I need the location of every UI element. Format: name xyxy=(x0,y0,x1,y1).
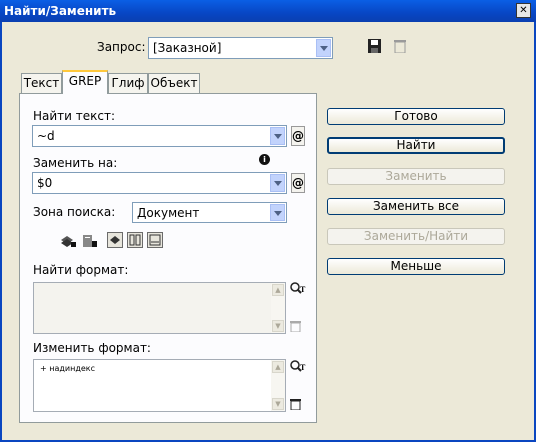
find-format-scrollbar[interactable]: ▲ ▼ xyxy=(271,283,285,333)
info-icon[interactable]: i xyxy=(259,154,270,165)
change-format-label: Изменить формат: xyxy=(33,341,151,355)
query-select[interactable]: [Заказной] xyxy=(148,37,333,59)
scope-value: Документ xyxy=(137,206,200,220)
change-format-scrollbar[interactable]: ▲ ▼ xyxy=(271,360,285,411)
specify-change-format-icon[interactable]: T xyxy=(290,360,306,374)
find-button[interactable]: Найти xyxy=(327,137,505,154)
close-button[interactable]: ✕ xyxy=(516,3,531,18)
replace-all-button[interactable]: Заменить все xyxy=(327,198,505,215)
tab-glyph[interactable]: Глиф xyxy=(108,73,148,93)
save-query-icon[interactable] xyxy=(368,39,381,53)
chevron-down-icon[interactable] xyxy=(270,204,285,221)
include-locked-layers-icon[interactable] xyxy=(60,234,76,248)
scroll-down-icon[interactable]: ▼ xyxy=(272,320,284,332)
specify-find-format-icon[interactable]: T xyxy=(290,282,306,296)
scope-label: Зона поиска: xyxy=(33,205,116,219)
title-bar: Найти/Заменить ✕ xyxy=(0,0,536,22)
replace-value: $0 xyxy=(37,176,53,190)
include-hidden-layers-icon[interactable] xyxy=(107,232,123,248)
tab-grep[interactable]: GREP xyxy=(62,70,108,94)
replace-input[interactable]: $0 xyxy=(32,172,287,194)
include-locked-stories-icon[interactable] xyxy=(82,234,98,248)
scroll-up-icon[interactable]: ▲ xyxy=(272,284,284,296)
scroll-down-icon[interactable]: ▼ xyxy=(272,398,284,410)
chevron-down-icon[interactable] xyxy=(270,174,285,192)
find-format-label: Найти формат: xyxy=(33,263,129,277)
done-button[interactable]: Готово xyxy=(327,108,505,125)
delete-query-icon[interactable] xyxy=(394,39,406,54)
tab-text[interactable]: Текст xyxy=(21,73,62,93)
replace-button[interactable]: Заменить xyxy=(327,168,505,185)
tab-object[interactable]: Объект xyxy=(148,73,200,93)
query-label: Запрос: xyxy=(97,40,146,54)
scope-select[interactable]: Документ xyxy=(132,202,287,223)
special-chars-find-icon[interactable]: @ xyxy=(291,126,305,146)
clear-change-format-icon[interactable] xyxy=(290,398,301,411)
include-master-pages-icon[interactable] xyxy=(127,232,143,248)
svg-text:T: T xyxy=(300,363,306,372)
find-text-input[interactable]: ~d xyxy=(32,125,287,147)
scroll-up-icon[interactable]: ▲ xyxy=(272,361,284,373)
find-format-box[interactable]: ▲ ▼ xyxy=(33,282,286,334)
replace-label: Заменить на: xyxy=(33,156,118,170)
special-chars-replace-icon[interactable]: @ xyxy=(291,173,305,193)
include-footnotes-icon[interactable] xyxy=(147,232,163,248)
change-format-box[interactable]: + надиндекс ▲ ▼ xyxy=(33,359,286,412)
svg-text:T: T xyxy=(300,285,306,294)
chevron-down-icon[interactable] xyxy=(270,127,285,145)
window-title: Найти/Заменить xyxy=(4,4,117,18)
change-format-content: + надиндекс xyxy=(40,364,96,373)
clear-find-format-icon[interactable] xyxy=(290,320,301,333)
replace-find-button[interactable]: Заменить/Найти xyxy=(327,228,505,245)
find-text-label: Найти текст: xyxy=(33,109,116,123)
chevron-down-icon[interactable] xyxy=(316,39,331,57)
less-button[interactable]: Меньше xyxy=(327,258,505,275)
query-value: [Заказной] xyxy=(153,41,222,55)
find-text-value: ~d xyxy=(37,129,55,143)
